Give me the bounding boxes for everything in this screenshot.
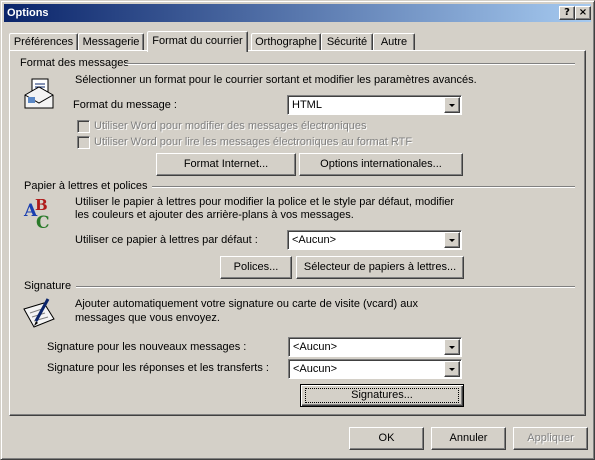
stationery-section-divider (152, 186, 575, 188)
chevron-down-icon[interactable] (444, 97, 460, 113)
tab-panel-format: Format des messages Sélectionner un form… (9, 50, 586, 416)
format-section-divider (125, 63, 575, 65)
tab-format-du-courrier[interactable]: Format du courrier (147, 31, 248, 52)
signature-new-select[interactable]: <Aucun> (288, 337, 462, 357)
tab-securite[interactable]: Sécurité (321, 33, 373, 51)
format-select[interactable]: HTML (287, 95, 462, 115)
fonts-abc-icon: A B C (23, 197, 50, 231)
stationery-description-line1: Utiliser le papier à lettres pour modifi… (75, 196, 455, 208)
apply-button[interactable]: Appliquer (513, 427, 588, 450)
cancel-button[interactable]: Annuler (431, 427, 506, 450)
word-edit-label: Utiliser Word pour modifier des messages… (94, 120, 367, 132)
window-title: Options (7, 7, 49, 19)
stationery-select-value: <Aucun> (292, 234, 337, 246)
word-edit-checkbox[interactable] (77, 120, 90, 133)
ok-button[interactable]: OK (349, 427, 424, 450)
stationery-section-title: Papier à lettres et polices (24, 180, 148, 192)
message-format-icon (24, 78, 54, 109)
signature-section-divider (76, 286, 575, 288)
tab-autre[interactable]: Autre (373, 33, 415, 51)
options-dialog: Options ? × Préférences Messagerie Forma… (0, 0, 595, 460)
signature-reply-label: Signature pour les réponses et les trans… (47, 362, 269, 374)
stationery-picker-button[interactable]: Sélecteur de papiers à lettres... (296, 256, 464, 279)
tab-orthographe[interactable]: Orthographe (251, 33, 321, 51)
signature-new-label: Signature pour les nouveaux messages : (47, 341, 247, 353)
stationery-select[interactable]: <Aucun> (287, 230, 462, 250)
svg-text:C: C (36, 213, 50, 231)
signature-new-select-value: <Aucun> (293, 341, 338, 353)
stationery-default-label: Utiliser ce papier à lettres par défaut … (75, 234, 258, 246)
stationery-description-line2: les couleurs et ajouter des arrière-plan… (75, 209, 354, 221)
signature-pen-icon (23, 298, 55, 328)
signature-description-line1: Ajouter automatiquement votre signature … (75, 298, 419, 310)
focus-rectangle (305, 388, 459, 403)
international-options-button[interactable]: Options internationales... (299, 153, 463, 176)
tab-messagerie[interactable]: Messagerie (78, 33, 144, 51)
format-section-title: Format des messages (20, 57, 129, 69)
word-read-label: Utiliser Word pour lire les messages éle… (94, 136, 413, 148)
chevron-down-icon[interactable] (444, 361, 460, 377)
tab-preferences[interactable]: Préférences (9, 33, 78, 51)
chevron-down-icon[interactable] (444, 232, 460, 248)
signature-section-title: Signature (24, 280, 72, 292)
internet-format-button[interactable]: Format Internet... (156, 153, 296, 176)
signature-reply-select[interactable]: <Aucun> (288, 359, 462, 379)
close-button[interactable]: × (575, 6, 591, 20)
svg-text:B: B (35, 197, 48, 214)
format-select-value: HTML (292, 99, 322, 111)
help-button[interactable]: ? (559, 6, 575, 20)
title-bar[interactable]: Options ? × (4, 4, 591, 22)
fonts-button[interactable]: Polices... (220, 256, 292, 279)
signature-reply-select-value: <Aucun> (293, 363, 338, 375)
signatures-button[interactable]: Signatures... (300, 384, 464, 407)
word-read-checkbox[interactable] (77, 136, 90, 149)
format-description: Sélectionner un format pour le courrier … (75, 74, 477, 86)
format-label: Format du message : (73, 99, 177, 111)
chevron-down-icon[interactable] (444, 339, 460, 355)
signature-description-line2: messages que vous envoyez. (75, 312, 220, 324)
